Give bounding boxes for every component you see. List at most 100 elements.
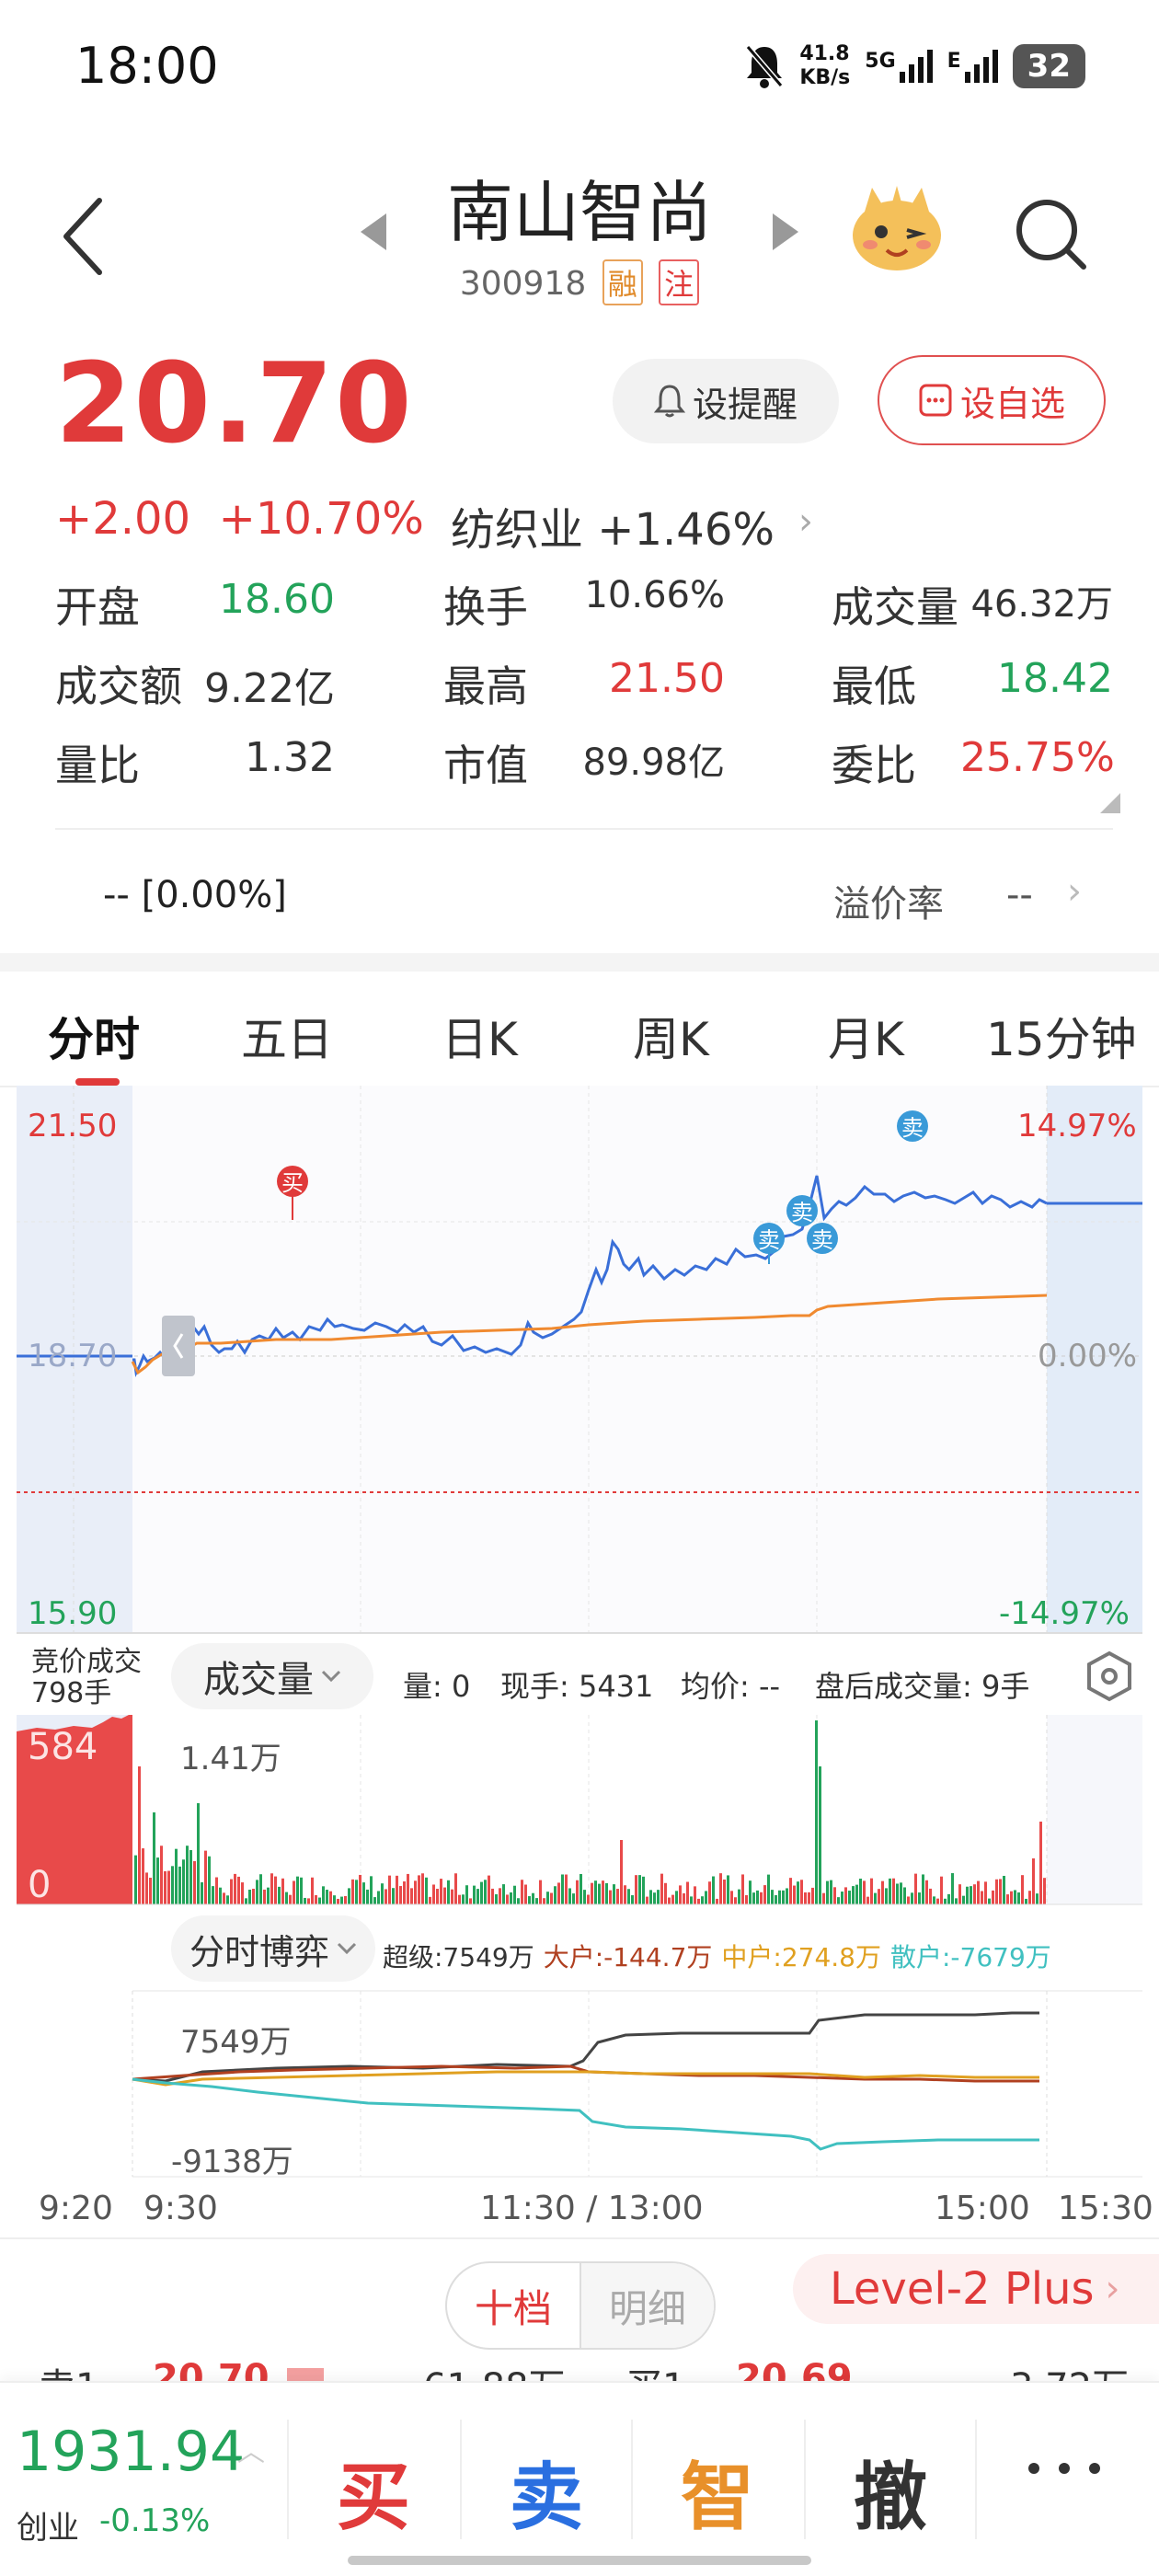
volume-bar [694,1886,696,1904]
divider [0,2237,1159,2239]
volume-bar [797,1881,799,1904]
set-alert-button[interactable]: 设提醒 [613,359,839,443]
stat-value: 18.60 [219,576,335,623]
volume-bar [543,1898,545,1904]
intraday-chart[interactable]: 买 卖 卖 卖 卖 [0,1086,1159,1638]
volume-bar [878,1889,880,1904]
volume-bar [598,1883,601,1904]
cancel-order-button[interactable]: 撤 [835,2438,946,2545]
volume-bar [712,1876,715,1904]
buy1-label: 买1 [625,2357,685,2381]
industry-link[interactable]: 纺织业 +1.46% [451,493,775,558]
settings-hexagon-icon[interactable] [1085,1650,1133,1702]
volume-bar [175,1848,178,1904]
volume-bar [738,1889,740,1904]
volume-bar [462,1894,465,1904]
volume-bar [605,1882,608,1904]
volume-bar [649,1890,652,1904]
stock-code-row: 300918 融 注 [0,259,1159,305]
volume-bar [153,1812,155,1904]
divider [975,2420,977,2539]
expand-corner-icon[interactable] [1100,793,1120,813]
after-hours-volume: 盘后成交量: 9手 [815,1669,1030,1704]
volume-bar [734,1897,737,1904]
tab-ten-levels[interactable]: 十档 [447,2263,581,2348]
volume-bar [958,1884,961,1904]
volume-bar [841,1892,843,1904]
chevron-right-icon[interactable]: › [798,500,813,543]
volume-bar [646,1896,648,1904]
chevron-up-icon[interactable]: ︿ [237,2429,265,2469]
volume-bar [955,1898,958,1904]
sell-button[interactable]: 卖 [491,2438,602,2545]
volume-bar [583,1890,586,1904]
volume-bar [226,1895,229,1904]
volume-bar [565,1874,568,1904]
buy-marker-label: 买 [281,1170,304,1196]
volume-bar [539,1880,542,1904]
volume-bar [929,1888,932,1904]
volume-bar [550,1892,553,1904]
level2-plus-button[interactable]: Level-2 Plus › [793,2254,1159,2324]
auction-volume-max: 584 [28,1726,98,1768]
tab-daily-k[interactable]: 日K [442,1003,518,1069]
auction-label: 竞价成交 [31,1646,142,1678]
volume-bar [429,1896,431,1904]
tab-trade-details[interactable]: 明细 [581,2263,714,2348]
volume-bar [396,1875,398,1904]
watchlist-icon [919,384,952,417]
more-icon[interactable] [1023,2455,1106,2482]
sell-marker-label: 卖 [791,1200,813,1225]
volume-bar [333,1895,336,1904]
bell-icon [653,385,685,418]
volume-bar [642,1876,645,1904]
volume-bar [977,1880,980,1904]
volume-bar [329,1891,332,1904]
chevron-right-icon[interactable]: › [1067,870,1082,913]
stat-value: 9.22亿 [204,665,335,712]
volume-bar [830,1880,832,1904]
volume-bar [609,1890,612,1904]
battery-icon: 32 [1012,44,1085,88]
flow-selector[interactable]: 分时博弈 [171,1915,375,1982]
volume-bar [800,1880,803,1904]
tab-monthly-k[interactable]: 月K [828,1003,904,1069]
volume-bar [1017,1892,1020,1904]
tab-five-day[interactable]: 五日 [241,1003,333,1069]
volume-bar [970,1886,972,1904]
volume-bar [811,1887,814,1904]
tab-15min[interactable]: 15分钟 [986,1003,1137,1069]
volume-bar [436,1889,439,1904]
y-axis-mid-pct: 0.00% [1038,1338,1138,1374]
index-value[interactable]: 1931.94 [17,2420,245,2484]
volume-bar [278,1886,281,1904]
medium-flow: 中户:274.8万 [721,1942,881,1972]
volume-bar [263,1889,266,1904]
search-icon[interactable] [1012,195,1089,272]
volume-bar [454,1873,457,1904]
volume-bar [421,1873,424,1904]
buy-button[interactable]: 买 [318,2438,429,2545]
tab-intraday[interactable]: 分时 [48,1003,140,1069]
indicator-selector[interactable]: 成交量 [171,1643,373,1709]
volume-bar [524,1884,527,1904]
volume-bar [922,1874,924,1904]
volume-bar [844,1887,847,1904]
volume-bar [594,1880,597,1904]
mascot-avatar-icon[interactable] [846,184,947,276]
volume-bar [870,1878,873,1904]
y-axis-top-pct: 14.97% [1017,1108,1137,1144]
volume-chart[interactable] [0,1715,1159,1910]
next-stock-icon[interactable] [769,212,802,252]
volume-bar [981,1891,983,1904]
auction-volume-zero: 0 [28,1864,52,1906]
add-watchlist-button[interactable]: 设自选 [878,355,1106,445]
stat-label: 换手 [443,582,528,632]
tab-weekly-k[interactable]: 周K [633,1003,709,1069]
volume-bar [889,1878,891,1904]
volume-bar [602,1880,604,1904]
volume-bar [340,1896,343,1904]
stat-label: 市值 [443,741,528,790]
smart-button[interactable]: 智 [662,2438,773,2545]
collapse-handle[interactable] [162,1316,195,1376]
